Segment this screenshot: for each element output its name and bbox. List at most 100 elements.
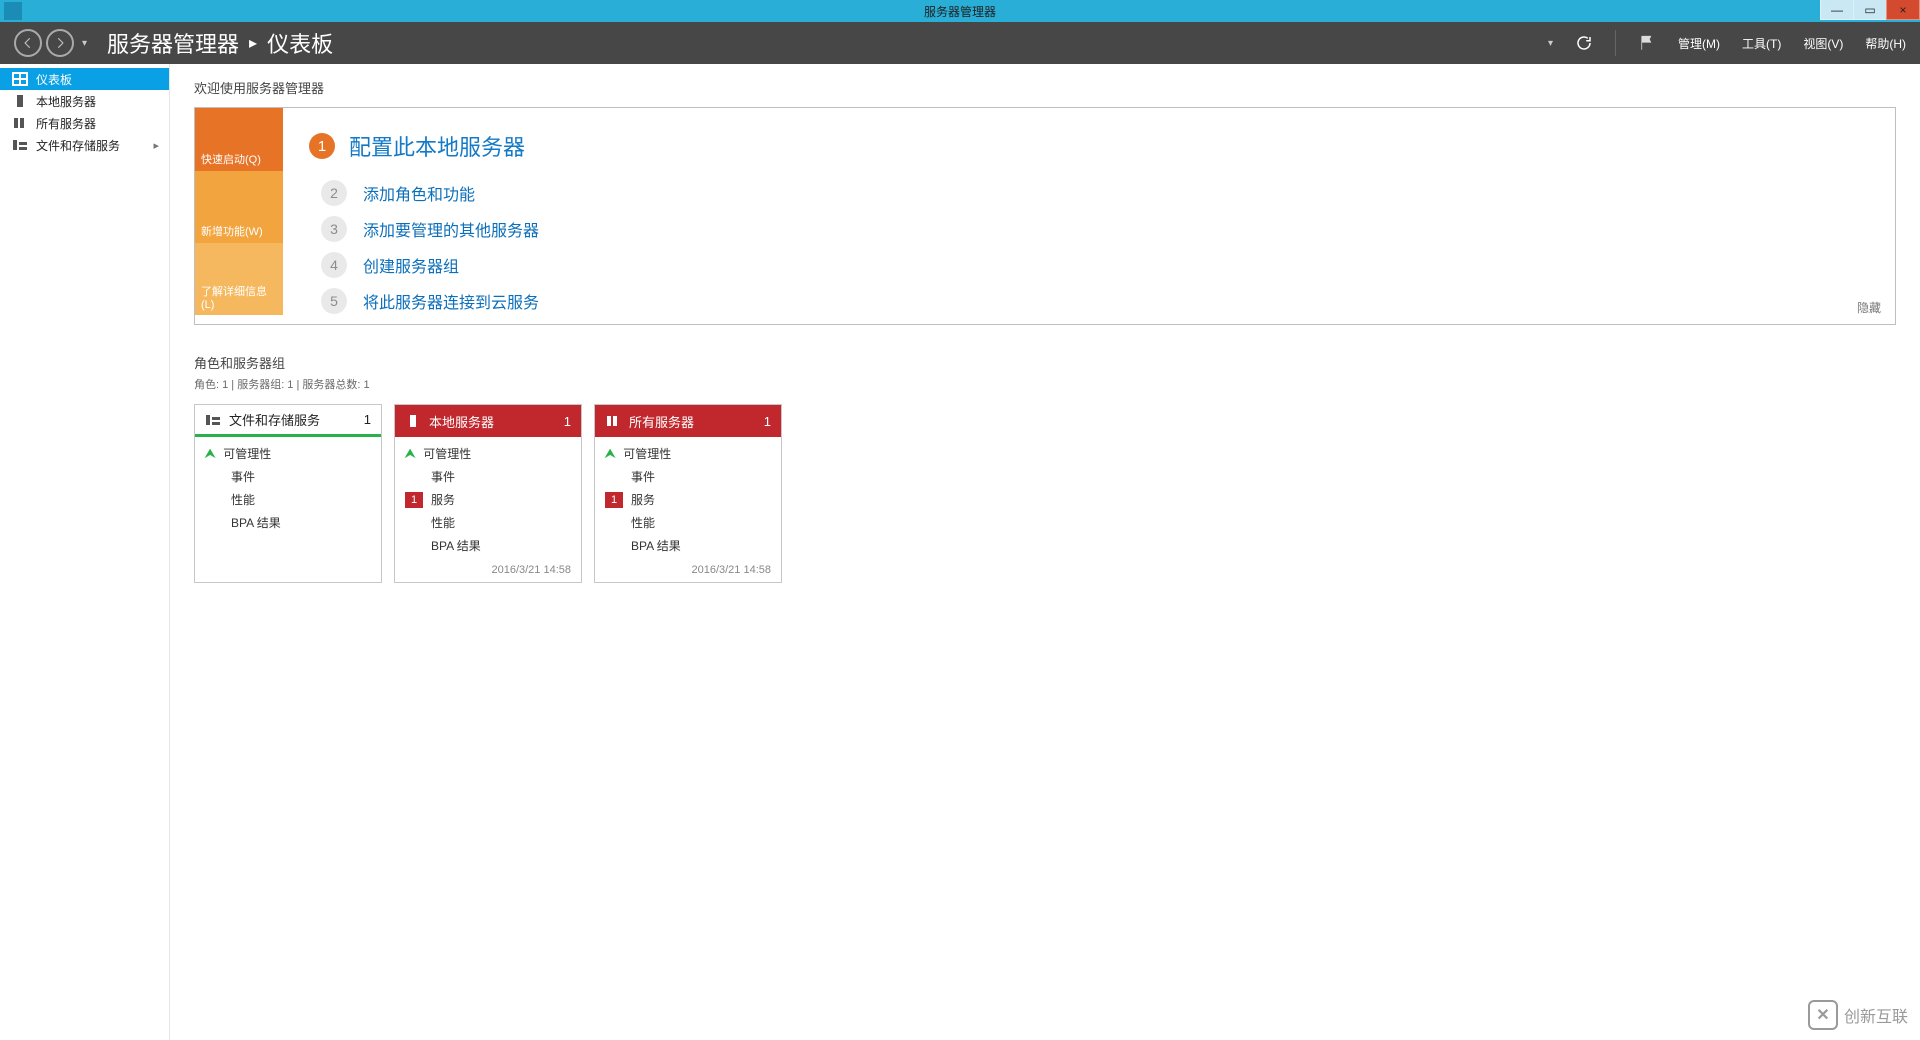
tile-row-label: 可管理性 (623, 445, 671, 462)
step-number-badge: 3 (321, 216, 347, 242)
role-tile[interactable]: 本地服务器1 ⮝ 可管理性事件 1服务性能 BPA 结果 2016/3/21 14:58 (394, 404, 582, 583)
step-1-label: 配置此本地服务器 (349, 130, 525, 162)
tile-row[interactable]: 1服务 (605, 491, 771, 508)
step-label: 将此服务器连接到云服务 (363, 289, 539, 313)
welcome-tabs: 快速启动(Q) 新增功能(W) 了解详细信息(L) (195, 108, 283, 324)
tile-row-label: 性能 (231, 491, 255, 508)
tile-row[interactable]: 1服务 (405, 491, 571, 508)
sidebar-item-file-storage[interactable]: 文件和存储服务 ▸ (0, 134, 169, 156)
sidebar-item-label: 本地服务器 (36, 93, 96, 110)
menu-tools[interactable]: 工具(T) (1742, 35, 1781, 52)
window-close-button[interactable]: × (1886, 0, 1920, 20)
tile-row-label: 服务 (631, 491, 655, 508)
step-number-badge: 1 (309, 133, 335, 159)
tile-row[interactable]: 性能 (205, 491, 371, 508)
tile-row[interactable]: 性能 (605, 514, 771, 531)
menu-view[interactable]: 视图(V) (1803, 35, 1843, 52)
tile-timestamp: 2016/3/21 14:58 (395, 560, 581, 582)
flag-icon (1638, 34, 1656, 52)
nav-history-dropdown[interactable]: ▾ (82, 38, 87, 49)
files-icon (12, 138, 28, 152)
servers-icon (12, 116, 28, 130)
hide-link[interactable]: 隐藏 (1857, 299, 1881, 316)
tile-row-label: 性能 (631, 514, 655, 531)
tile-row[interactable]: ⮝可管理性 (605, 445, 771, 462)
tile-row[interactable]: BPA 结果 (205, 514, 371, 531)
tile-header[interactable]: 文件和存储服务 1 (195, 405, 381, 437)
watermark-text: 创新互联 (1844, 1003, 1908, 1027)
step-number-badge: 2 (321, 180, 347, 206)
tile-title: 所有服务器 (629, 412, 694, 431)
tile-body: ⮝可管理性事件 1服务性能 BPA 结果 (595, 437, 781, 560)
welcome-heading: 欢迎使用服务器管理器 (194, 78, 1896, 97)
window-minimize-button[interactable]: — (1820, 0, 1854, 20)
server-icon (405, 414, 421, 428)
tile-row[interactable]: 事件 (205, 468, 371, 485)
welcome-step-5[interactable]: 5将此服务器连接到云服务 (321, 288, 1877, 314)
refresh-icon (1575, 34, 1593, 52)
status-up-icon: ⮝ (205, 446, 215, 461)
welcome-step-4[interactable]: 4 创建服务器组 (321, 252, 1877, 278)
tile-row-label: 性能 (431, 514, 455, 531)
notifications-button[interactable] (1638, 34, 1656, 52)
window-maximize-button[interactable]: ▭ (1853, 0, 1887, 20)
breadcrumb-app[interactable]: 服务器管理器 (107, 27, 239, 59)
tile-row[interactable]: ⮝ 可管理性 (205, 445, 371, 462)
watermark-logo-icon: ✕ (1808, 1000, 1838, 1030)
tile-body: ⮝ 可管理性事件 1服务性能 BPA 结果 (395, 437, 581, 560)
main-content: 欢迎使用服务器管理器 快速启动(Q) 新增功能(W) 了解详细信息(L) 1 配… (170, 64, 1920, 1040)
welcome-tab-whatsnew[interactable]: 新增功能(W) (195, 171, 283, 243)
servers-icon (605, 414, 621, 428)
tile-row[interactable]: BPA 结果 (405, 537, 571, 554)
tile-timestamp (195, 572, 381, 582)
tile-row-label: 事件 (431, 468, 455, 485)
tile-row-label: BPA 结果 (631, 537, 681, 554)
status-up-icon: ⮝ (405, 446, 415, 461)
nav-forward-button[interactable] (46, 29, 74, 57)
tile-row-label: 事件 (631, 468, 655, 485)
tile-row[interactable]: 性能 (405, 514, 571, 531)
sidebar-item-dashboard[interactable]: 仪表板 (0, 68, 169, 90)
tile-header[interactable]: 本地服务器1 (395, 405, 581, 437)
app-system-icon (4, 2, 22, 20)
breadcrumb-page: 仪表板 (267, 27, 333, 59)
tile-count: 1 (764, 414, 771, 429)
welcome-step-1[interactable]: 1 配置此本地服务器 (309, 130, 1877, 162)
tile-row-label: BPA 结果 (431, 537, 481, 554)
menu-manage[interactable]: 管理(M) (1678, 35, 1720, 52)
tiles-container: 文件和存储服务1⮝可管理性事件性能BPA 结果本地服务器1⮝可管理性事件1服务性… (194, 404, 1896, 583)
refresh-button[interactable] (1575, 34, 1593, 52)
sidebar-item-local-server[interactable]: 本地服务器 (0, 90, 169, 112)
tile-row-label: 可管理性 (223, 445, 271, 462)
tile-title: 文件和存储服务 (229, 410, 320, 429)
welcome-step-3[interactable]: 3 添加要管理的其他服务器 (321, 216, 1877, 242)
tile-row-label: 可管理性 (423, 445, 471, 462)
header-bar: ▾ 服务器管理器 ▸ 仪表板 ▾ 管理(M) 工具(T) 视图(V) 帮助(H) (0, 22, 1920, 64)
breadcrumb-sep-icon: ▸ (249, 33, 257, 53)
tile-header[interactable]: 所有服务器 1 (595, 405, 781, 437)
role-tile[interactable]: 所有服务器1⮝可管理性事件1服务性能BPA 结果2016/3/21 14:58 (594, 404, 782, 583)
sidebar-item-label: 文件和存储服务 (36, 137, 120, 154)
tile-row[interactable]: 事件 (405, 468, 571, 485)
step-label: 添加要管理的其他服务器 (363, 217, 539, 241)
window-title: 服务器管理器 (924, 3, 996, 20)
dashboard-icon (12, 72, 28, 86)
role-tile[interactable]: 文件和存储服务 1 ⮝ 可管理性事件性能 BPA 结果 (194, 404, 382, 583)
tile-row[interactable]: ⮝ 可管理性 (405, 445, 571, 462)
tile-count: 1 (364, 412, 371, 427)
nav-back-button[interactable] (14, 29, 42, 57)
welcome-tab-learnmore[interactable]: 了解详细信息(L) (195, 243, 283, 315)
menu-help[interactable]: 帮助(H) (1865, 35, 1906, 52)
tile-row[interactable]: BPA 结果 (605, 537, 771, 554)
sidebar-item-all-servers[interactable]: 所有服务器 (0, 112, 169, 134)
step-number-badge: 4 (321, 252, 347, 278)
alert-count-badge: 1 (405, 492, 423, 508)
step-label: 添加角色和功能 (363, 181, 475, 205)
server-icon (12, 94, 28, 108)
welcome-step-2[interactable]: 2 添加角色和功能 (321, 180, 1877, 206)
tile-row[interactable]: 事件 (605, 468, 771, 485)
header-dropdown-indicator[interactable]: ▾ (1548, 38, 1553, 49)
tile-row-label: BPA 结果 (231, 514, 281, 531)
welcome-tab-quickstart[interactable]: 快速启动(Q) (195, 108, 283, 171)
step-label: 创建服务器组 (363, 253, 459, 277)
